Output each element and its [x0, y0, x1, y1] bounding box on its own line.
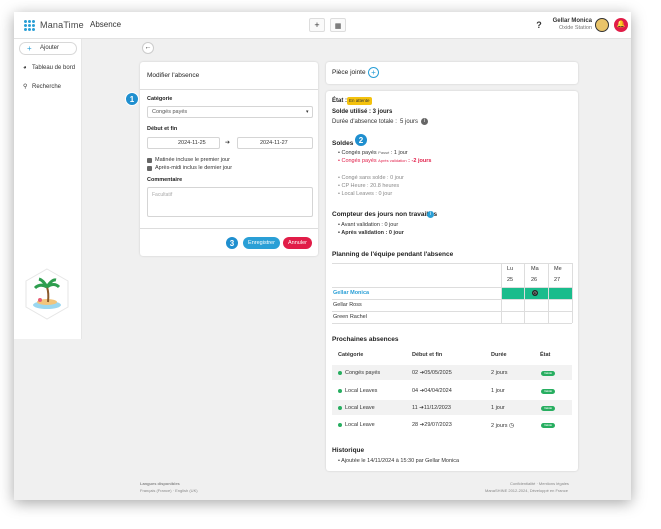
- col-header: Début et fin: [412, 352, 443, 358]
- dashboard-icon: ◕: [23, 65, 27, 71]
- planning-title: Planning de l'équipe pendant l'absence: [332, 251, 454, 258]
- status-badge: Validé: [541, 423, 555, 428]
- status-badge: Validé: [541, 371, 555, 376]
- status-badge: En attente: [347, 97, 372, 105]
- duration-value: 5 jours: [400, 119, 419, 125]
- duration-label: Durée d'absence totale :: [332, 119, 397, 125]
- plus-icon: +: [27, 44, 32, 53]
- clock-icon: ◷: [532, 290, 538, 296]
- state-label: État :: [332, 98, 347, 104]
- balance-item: • Congé sans solde : 0 jour: [338, 175, 404, 181]
- chevron-down-icon: ▾: [306, 109, 309, 115]
- search-icon: ⚲: [23, 84, 28, 90]
- edit-absence-card: Modifier l'absence Catégorie Congés payé…: [140, 62, 318, 256]
- back-button[interactable]: ←: [142, 42, 154, 54]
- counter-item: • Après validation : 0 jour: [338, 230, 404, 236]
- team-member[interactable]: Gellar Monica: [333, 290, 369, 296]
- copyright: ManaSHINE 2012-2024, Développé en France: [485, 488, 568, 493]
- absence-details-card: État : En attente Solde utilisé : 3 jour…: [326, 91, 578, 471]
- balances-title: Soldes: [332, 140, 354, 147]
- afternoon-label: Après-midi inclus le dernier jour: [155, 165, 233, 171]
- plus-icon: +: [314, 20, 320, 30]
- callout-1: 1: [125, 92, 139, 106]
- sidebar-item-search[interactable]: ⚲ Recherche: [23, 83, 61, 90]
- balance-item: • Congés payés Passé : 1 jour: [338, 150, 408, 156]
- comment-textarea[interactable]: Facultatif: [147, 187, 313, 217]
- category-label: Catégorie: [147, 96, 173, 102]
- balance-item: • CP Heure : 20.8 heures: [338, 183, 400, 189]
- languages-links[interactable]: Français (France) · English (UK): [140, 488, 198, 493]
- add-button[interactable]: + Ajouter: [19, 42, 77, 55]
- sidebar: + Ajouter ◕ Tableau de bord ⚲ Recherche: [14, 39, 82, 339]
- table-row[interactable]: Local Leaves: [338, 388, 377, 394]
- used-balance: Solde utilisé : 3 jours: [332, 109, 393, 115]
- balance-item: • Local Leaves : 0 jour: [338, 191, 393, 197]
- start-date-input[interactable]: 2024-11-25: [147, 137, 220, 149]
- afternoon-checkbox[interactable]: [147, 166, 152, 171]
- absence-bar[interactable]: ◷: [501, 288, 572, 299]
- notification-bell-icon[interactable]: 🔔: [614, 18, 628, 32]
- counter-title: Compteur des jours non travaillés: [332, 211, 438, 218]
- end-date-input[interactable]: 2024-11-27: [237, 137, 313, 149]
- day-header: Ma: [531, 266, 539, 272]
- attachment-card: Pièce jointe +: [326, 62, 578, 84]
- col-header: Catégorie: [338, 352, 364, 358]
- morning-label: Matinée incluse le premier jour: [155, 157, 230, 163]
- status-badge: Validé: [541, 406, 555, 411]
- quick-add-button[interactable]: +: [309, 18, 325, 32]
- app-logo[interactable]: ManaTime: [40, 20, 84, 30]
- languages-title: Langues disponibles: [140, 481, 180, 486]
- user-org: Oxide Station: [558, 25, 592, 31]
- category-select[interactable]: Congés payés ▾: [147, 106, 313, 118]
- island-illustration: [25, 268, 69, 320]
- morning-checkbox[interactable]: [147, 158, 152, 163]
- divider: [140, 228, 318, 229]
- calendar-button[interactable]: ▦: [330, 18, 346, 32]
- balance-item: • Congés payés Après validation : -2 jou…: [338, 158, 432, 164]
- clock-icon: ◷: [509, 423, 515, 429]
- counter-item: • Avant validation : 0 jour: [338, 222, 399, 228]
- save-button[interactable]: Enregistrer: [243, 237, 280, 249]
- date-header: 25: [507, 277, 514, 283]
- info-icon[interactable]: i: [427, 211, 434, 218]
- add-attachment-button[interactable]: +: [368, 67, 379, 78]
- day-header: Me: [554, 266, 562, 272]
- logo-grid-icon: [24, 20, 35, 31]
- team-member[interactable]: Gellar Ross: [333, 302, 362, 308]
- form-title: Modifier l'absence: [147, 72, 200, 79]
- page-section-title: Absence: [90, 20, 122, 29]
- day-header: Lu: [507, 266, 514, 272]
- col-header: Durée: [491, 352, 507, 358]
- history-title: Historique: [332, 447, 365, 454]
- table-row[interactable]: Local Leave: [338, 422, 375, 428]
- calendar-icon: ▦: [334, 23, 342, 30]
- team-member[interactable]: Green Rachel: [333, 314, 367, 320]
- history-item: • Ajoutée le 14/11/2024 à 15:30 par Gell…: [338, 458, 460, 464]
- callout-3: 3: [225, 236, 239, 250]
- date-header: 27: [554, 277, 561, 283]
- legal-links[interactable]: Confidentialité · Mentions légales: [510, 481, 569, 486]
- attachment-title: Pièce jointe: [332, 69, 366, 76]
- callout-2: 2: [354, 133, 368, 147]
- cancel-button[interactable]: Annuler: [283, 237, 312, 249]
- comment-label: Commentaire: [147, 177, 183, 183]
- dates-label: Début et fin: [147, 126, 178, 132]
- sidebar-item-dashboard[interactable]: ◕ Tableau de bord: [23, 65, 75, 71]
- date-header: 26: [531, 277, 538, 283]
- status-badge: Validé: [541, 389, 555, 394]
- avatar[interactable]: [595, 18, 609, 32]
- divider: [140, 89, 318, 90]
- top-bar: ManaTime Absence + ▦ ? Gellar Monica Oxi…: [14, 12, 631, 39]
- upcoming-title: Prochaines absences: [332, 336, 399, 343]
- arrow-left-icon: ←: [144, 44, 152, 51]
- col-header: État: [540, 352, 551, 358]
- arrow-right-icon: ➔: [225, 140, 231, 146]
- plus-icon: +: [371, 68, 376, 77]
- info-icon[interactable]: i: [421, 118, 428, 125]
